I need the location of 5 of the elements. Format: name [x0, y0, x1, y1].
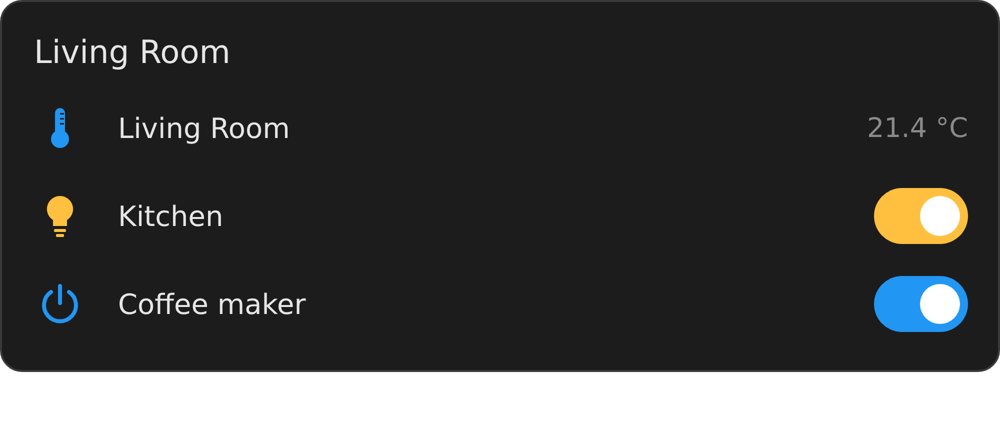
- entity-name: Coffee maker: [118, 288, 307, 320]
- sensor-value: 21.4 °C: [866, 112, 968, 144]
- entity-name: Kitchen: [118, 200, 224, 232]
- entity-name: Living Room: [118, 112, 291, 144]
- card-title: Living Room: [34, 32, 232, 73]
